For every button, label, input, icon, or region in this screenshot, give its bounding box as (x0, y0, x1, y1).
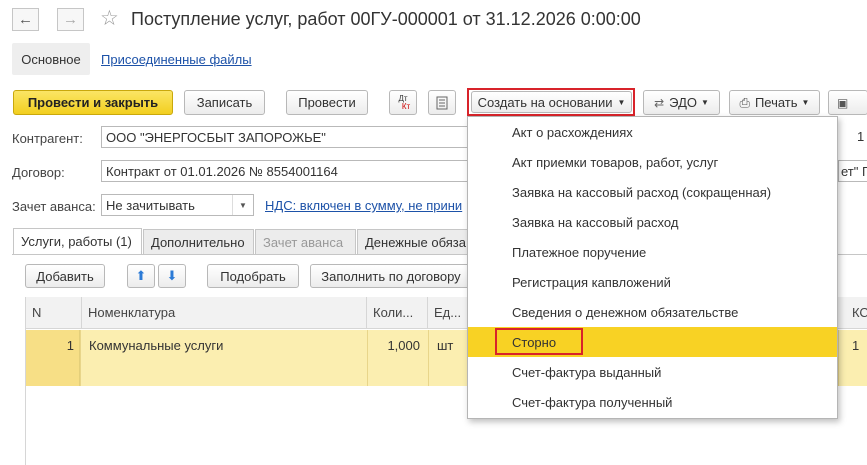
row-divider (80, 330, 81, 386)
arrow-right-icon: → (63, 11, 78, 28)
column-header-extra[interactable]: КС (838, 297, 867, 329)
tab-services[interactable]: Услуги, работы (1) (13, 228, 142, 254)
tab-monetary[interactable]: Денежные обяза (357, 229, 469, 254)
row-divider (428, 330, 429, 386)
print-button[interactable]: ⎙ Печать ▼ (729, 90, 820, 115)
arrow-up-icon: ⬆ (135, 268, 147, 283)
advance-label: Зачет аванса: (12, 199, 96, 214)
section-files-link[interactable]: Присоединенные файлы (101, 52, 252, 67)
menu-item-discrepancy-act[interactable]: Акт о расхождениях (468, 117, 837, 147)
fill-by-contract-button[interactable]: Заполнить по договору (310, 264, 472, 288)
pick-button[interactable]: Подобрать (207, 264, 299, 288)
counterparty-field[interactable]: ООО "ЭНЕРГОСБЫТ ЗАПОРОЖЬЕ" (101, 126, 471, 148)
forward-button[interactable]: → (57, 8, 84, 31)
cell-extra: 1 (852, 337, 860, 353)
page-title: Поступление услуг, работ 00ГУ-000001 от … (131, 9, 641, 29)
menu-item-monetary-obligation[interactable]: Сведения о денежном обязательстве (468, 297, 837, 327)
chevron-down-icon: ▼ (801, 98, 810, 107)
list-icon (436, 96, 448, 109)
back-button[interactable]: ← (12, 8, 39, 31)
right-edge-field: ет" ГС (838, 160, 867, 182)
create-based-on-label: Создать на основании (477, 94, 613, 110)
create-based-on-menu: Акт о расхождениях Акт приемки товаров, … (467, 116, 838, 419)
menu-item-payment-order[interactable]: Платежное поручение (468, 237, 837, 267)
menu-item-acceptance-act[interactable]: Акт приемки товаров, работ, услуг (468, 147, 837, 177)
edo-button[interactable]: ⇄ ЭДО ▼ (643, 90, 720, 115)
column-header-n[interactable]: N (26, 297, 82, 329)
counterparty-label: Контрагент: (12, 131, 83, 146)
cell-qty: 1,000 (387, 337, 420, 353)
vat-link[interactable]: НДС: включен в сумму, не прини (265, 198, 462, 213)
edo-icon: ⇄ (654, 95, 665, 110)
cell-unit: шт (437, 337, 454, 353)
menu-item-cash-request[interactable]: Заявка на кассовый расход (468, 207, 837, 237)
add-row-button[interactable]: Добавить (25, 264, 105, 288)
column-header-item[interactable]: Номенклатура (82, 297, 367, 329)
move-down-button[interactable]: ⬇ (158, 264, 186, 288)
edo-label: ЭДО (669, 95, 697, 110)
column-header-unit[interactable]: Ед... (428, 297, 470, 329)
cell-item: Коммунальные услуги (89, 337, 224, 353)
menu-item-storno[interactable]: Сторно (468, 327, 837, 357)
move-up-button[interactable]: ⬆ (127, 264, 155, 288)
star-icon[interactable]: ☆ (100, 6, 119, 31)
post-and-close-button[interactable]: Провести и закрыть (13, 90, 173, 115)
contract-field[interactable]: Контракт от 01.01.2026 № 8554001164 (101, 160, 471, 182)
post-button[interactable]: Провести (286, 90, 368, 115)
cell-n: 1 (66, 337, 74, 353)
printer-icon: ⎙ (739, 94, 750, 110)
arrow-down-icon: ⬇ (166, 268, 178, 283)
section-main[interactable]: Основное (12, 43, 90, 75)
more-button[interactable]: ▣ (828, 90, 867, 115)
document-icon: ▣ (837, 95, 849, 110)
kt-label: Кт (401, 101, 411, 111)
tab-advance[interactable]: Зачет аванса (255, 229, 356, 254)
right-edge-text-1: 1 (857, 129, 865, 144)
chevron-down-icon[interactable]: ▼ (232, 195, 253, 215)
save-button[interactable]: Записать (184, 90, 265, 115)
create-based-on-button[interactable]: Создать на основании ▼ (471, 91, 632, 113)
print-label: Печать (754, 95, 798, 110)
tab-additional[interactable]: Дополнительно (143, 229, 254, 254)
chevron-down-icon: ▼ (617, 97, 626, 107)
chevron-down-icon: ▼ (700, 98, 709, 107)
column-header-qty[interactable]: Коли... (367, 297, 428, 329)
row-divider (367, 330, 368, 386)
row-divider (838, 330, 839, 386)
menu-item-invoice-issued[interactable]: Счет-фактура выданный (468, 357, 837, 387)
report-button[interactable] (428, 90, 456, 115)
contract-label: Договор: (12, 165, 65, 180)
menu-item-invoice-received[interactable]: Счет-фактура полученный (468, 387, 837, 417)
dt-kt-button[interactable]: Дт Кт (389, 90, 417, 115)
menu-item-cash-request-short[interactable]: Заявка на кассовый расход (сокращенная) (468, 177, 837, 207)
arrow-left-icon: ← (18, 11, 33, 28)
advance-select-value: Не зачитывать (106, 198, 195, 213)
menu-item-capital-investments[interactable]: Регистрация капвложений (468, 267, 837, 297)
